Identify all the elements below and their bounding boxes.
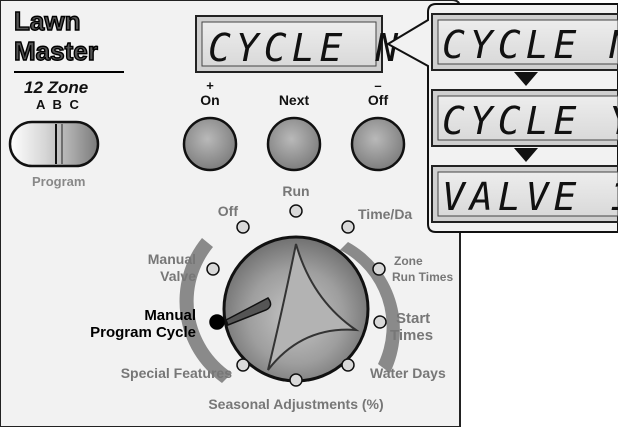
callout-lcd-2: CYCLE Y bbox=[431, 89, 618, 147]
main-lcd-display: CYCLE N bbox=[195, 15, 403, 73]
dot-manual-valve bbox=[206, 262, 220, 276]
dot-zone-run-times bbox=[372, 262, 386, 276]
label-special-features: Special Features bbox=[121, 365, 232, 381]
label-start-times-1: Start bbox=[396, 310, 430, 327]
label-manual-program-cycle-2: Program Cycle bbox=[90, 324, 196, 341]
main-lcd-text: CYCLE N bbox=[208, 26, 403, 70]
on-plus-symbol: + bbox=[206, 78, 214, 93]
callout-lcd-3: VALVE 1 bbox=[431, 165, 618, 223]
label-off: Off bbox=[218, 203, 239, 219]
label-run: Run bbox=[282, 183, 309, 199]
callout-lcd-1: CYCLE N bbox=[431, 13, 618, 71]
dot-off bbox=[236, 220, 250, 234]
label-manual-program-cycle-1: Manual bbox=[144, 307, 196, 324]
program-switch-body[interactable] bbox=[8, 120, 100, 168]
label-zone-run-times-2: Run Times bbox=[392, 270, 453, 284]
callout-lcd-2-text: CYCLE Y bbox=[442, 99, 618, 143]
label-time-day: Time/Da bbox=[358, 206, 412, 222]
label-manual-valve-2: Valve bbox=[160, 268, 196, 284]
callout-lcd-1-text: CYCLE N bbox=[442, 23, 618, 67]
model-variants: A B C bbox=[36, 97, 81, 112]
label-zone-run-times-1: Zone bbox=[394, 254, 423, 268]
label-water-days: Water Days bbox=[370, 365, 446, 381]
dot-water-days bbox=[341, 358, 355, 372]
dot-special-features bbox=[236, 358, 250, 372]
brand-line1: Lawn bbox=[14, 6, 80, 36]
off-button-label: Off bbox=[368, 92, 389, 108]
off-button[interactable] bbox=[350, 116, 406, 172]
dot-time-day bbox=[341, 220, 355, 234]
next-button-label: Next bbox=[279, 92, 310, 108]
dot-run bbox=[289, 204, 303, 218]
on-button[interactable] bbox=[182, 116, 238, 172]
off-minus-symbol: – bbox=[374, 78, 381, 93]
callout-lcd-3-text: VALVE 1 bbox=[442, 175, 618, 219]
dot-seasonal bbox=[289, 373, 303, 387]
label-seasonal-adjustments: Seasonal Adjustments (%) bbox=[208, 396, 383, 412]
next-button[interactable] bbox=[266, 116, 322, 172]
controller-panel: Lawn Master 12 Zone A B C CYCLE N + On N… bbox=[0, 0, 618, 427]
model-label: 12 Zone bbox=[24, 78, 88, 97]
dot-manual-program-cycle-selected bbox=[209, 314, 225, 330]
label-start-times-2: Times bbox=[390, 327, 433, 344]
program-switch-label: Program bbox=[32, 174, 85, 189]
brand-line2: Master bbox=[14, 36, 98, 66]
dot-start-times bbox=[373, 315, 387, 329]
label-manual-valve-1: Manual bbox=[148, 251, 196, 267]
on-button-label: On bbox=[200, 92, 219, 108]
